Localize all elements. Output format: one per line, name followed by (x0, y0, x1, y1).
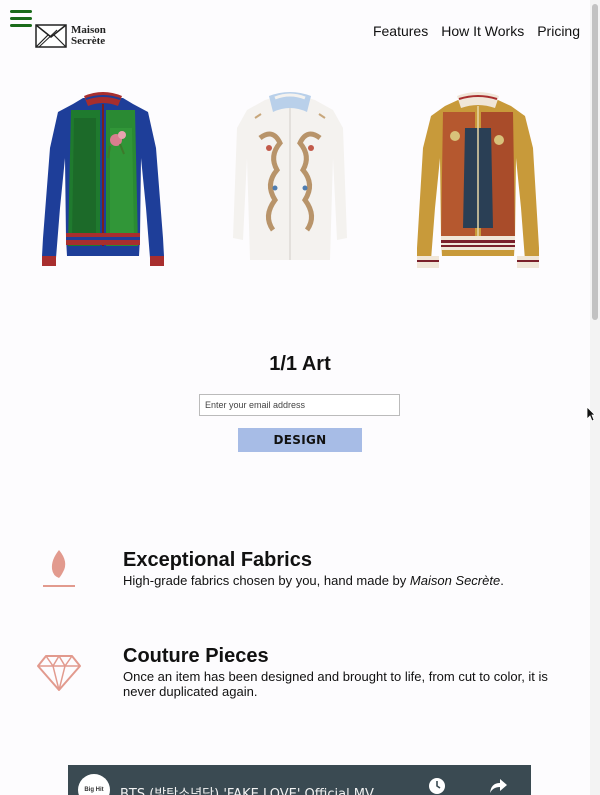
feature-title: Exceptional Fabrics (123, 549, 312, 571)
watch-later-icon[interactable] (428, 777, 446, 795)
brand-name: Maison Secrète (71, 25, 106, 47)
brand-logo[interactable]: Maison Secrète (35, 24, 106, 48)
feature-description-brand: Maison Secrète (409, 573, 501, 588)
scrollbar-thumb[interactable] (592, 4, 598, 320)
design-button[interactable]: DESIGN (238, 428, 362, 452)
embedded-video[interactable]: Big Hit BTS (방탄소년단) 'FAKE LOVE' Official… (68, 765, 531, 795)
feature-title: Couture Pieces (123, 645, 269, 667)
product-image-copper-sequin-jacket[interactable] (413, 88, 543, 273)
diamond-icon (37, 655, 81, 691)
nav-how-it-works[interactable]: How It Works (441, 23, 524, 39)
hero-title: 1/1 Art (269, 353, 331, 375)
product-image-white-dragon-jacket[interactable] (225, 88, 355, 273)
mouse-cursor-icon (586, 406, 596, 422)
product-gallery (0, 88, 590, 278)
hamburger-menu-icon[interactable] (10, 10, 32, 28)
main-nav: Features How It Works Pricing (373, 23, 580, 39)
envelope-logo-icon (35, 24, 67, 48)
feature-description: High-grade fabrics chosen by you, hand m… (123, 573, 593, 588)
brand-name-line2: Secrète (71, 35, 106, 47)
nav-features[interactable]: Features (373, 23, 428, 39)
flame-icon (43, 550, 75, 587)
page-scrollbar[interactable] (590, 0, 600, 795)
video-title[interactable]: BTS (방탄소년단) 'FAKE LOVE' Official MV (120, 783, 374, 795)
nav-pricing[interactable]: Pricing (537, 23, 580, 39)
feature-description-text: High-grade fabrics chosen by you, hand m… (123, 573, 410, 588)
channel-avatar[interactable]: Big Hit (78, 774, 110, 795)
product-image-green-sequin-jacket[interactable] (38, 88, 168, 273)
feature-description: Once an item has been designed and broug… (123, 669, 548, 699)
feature-description-end: . (500, 573, 504, 588)
share-icon[interactable] (488, 777, 508, 795)
email-input[interactable] (199, 394, 400, 416)
